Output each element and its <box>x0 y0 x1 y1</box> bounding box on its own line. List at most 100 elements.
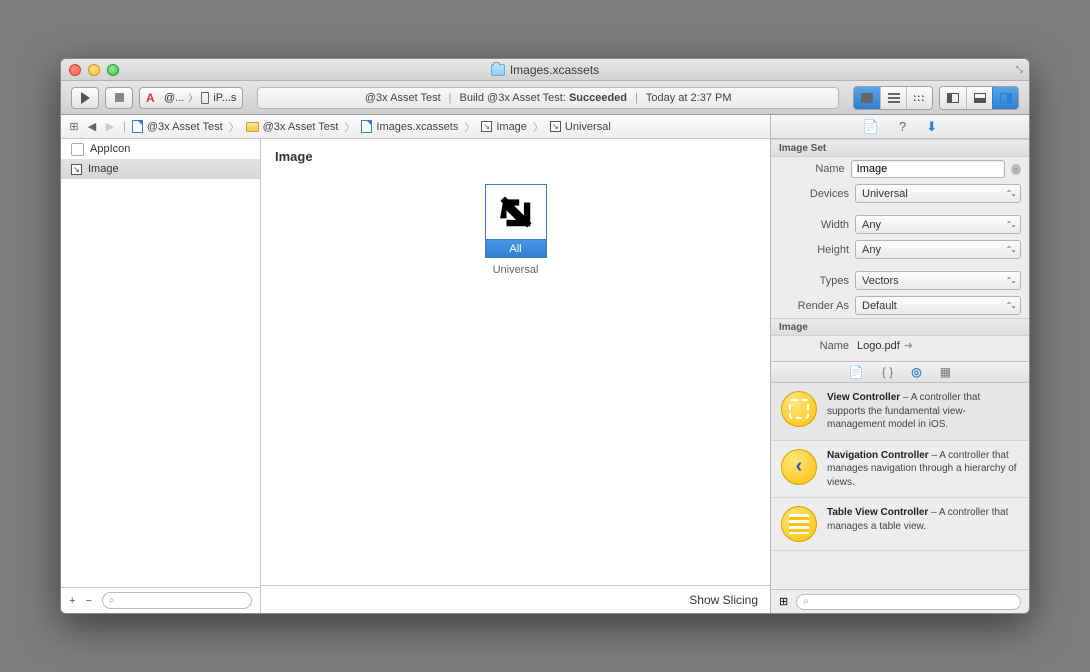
object-library-list: View Controller – A controller that supp… <box>771 383 1029 589</box>
toggle-navigator-button[interactable] <box>940 87 966 109</box>
library-filter-input[interactable]: ⌕ <box>796 594 1021 610</box>
titlebar: Images.xcassets ⤡ <box>61 59 1029 81</box>
related-items-button[interactable]: ⊞ <box>67 120 81 134</box>
toggle-debug-button[interactable] <box>966 87 992 109</box>
activity-status[interactable]: @3x Asset Test | Build @3x Asset Test: S… <box>257 87 839 109</box>
jumpbar-item[interactable]: @3x Asset Test <box>147 121 223 133</box>
status-time: Today at 2:37 PM <box>646 92 732 104</box>
jumpbar-item[interactable]: Image <box>496 121 527 133</box>
attributes-inspector-tab[interactable]: ⬇ <box>926 119 937 135</box>
image-slot[interactable]: All Universal <box>485 184 547 276</box>
library-tabs: 📄 { } ◎ ▦ <box>771 361 1029 383</box>
code-snippet-tab[interactable]: { } <box>882 365 893 379</box>
assistant-editor-button[interactable] <box>880 87 906 109</box>
devices-select[interactable]: Universal <box>855 184 1021 203</box>
panel-bottom-icon <box>974 93 986 103</box>
search-icon: ⌕ <box>803 596 809 607</box>
add-asset-button[interactable]: + <box>69 595 75 607</box>
run-button[interactable] <box>71 87 99 109</box>
main-body: ⊞ ◀ ▶ | @3x Asset Test 〉 @3x Asset Test … <box>61 115 1029 613</box>
forward-button[interactable]: ▶ <box>103 120 117 134</box>
standard-editor-icon <box>861 93 873 103</box>
types-select[interactable]: Vectors <box>855 271 1021 290</box>
xcode-window: Images.xcassets ⤡ @... 〉 iP...s @3x Asse… <box>60 58 1030 614</box>
assets-icon <box>361 120 372 133</box>
stop-button[interactable] <box>105 87 133 109</box>
folder-icon <box>491 64 505 76</box>
status-app: @3x Asset Test <box>365 92 441 104</box>
library-item-navigation-controller[interactable]: ‹ Navigation Controller – A controller t… <box>771 441 1029 499</box>
render-label: Render As <box>779 300 849 312</box>
height-label: Height <box>779 244 849 256</box>
appicon-icon <box>71 143 84 156</box>
imageset-icon: ↘ <box>481 121 492 132</box>
asset-item-appicon[interactable]: AppIcon <box>61 139 260 159</box>
navigation-controller-icon: ‹ <box>781 449 817 485</box>
scheme-name: @... <box>164 92 184 104</box>
status-build: Build @3x Asset Test: <box>460 92 566 104</box>
section-image-set: Image Set <box>771 139 1029 157</box>
jumpbar-item[interactable]: Universal <box>565 121 611 133</box>
height-select[interactable]: Any <box>855 240 1021 259</box>
name-input[interactable] <box>851 160 1005 178</box>
window-title-text: Images.xcassets <box>510 63 599 77</box>
asset-outline: AppIcon Image + − ⌕ <box>61 139 261 613</box>
scheme-dest: iP...s <box>213 92 236 104</box>
name-label: Name <box>779 163 845 175</box>
media-library-tab[interactable]: ▦ <box>940 365 951 379</box>
assistant-editor-icon <box>888 93 900 103</box>
slot-caption: Universal <box>493 264 539 276</box>
inspector-tabs: 📄 ? ⬇ <box>771 115 1029 139</box>
quick-help-tab[interactable]: ? <box>899 119 906 134</box>
editor-area: ⊞ ◀ ▶ | @3x Asset Test 〉 @3x Asset Test … <box>61 115 771 613</box>
jump-bar: ⊞ ◀ ▶ | @3x Asset Test 〉 @3x Asset Test … <box>61 115 770 139</box>
toggle-utilities-button[interactable] <box>992 87 1018 109</box>
jumpbar-item[interactable]: @3x Asset Test <box>263 121 339 133</box>
image-slot-box[interactable]: All <box>485 184 547 258</box>
render-select[interactable]: Default <box>855 296 1021 315</box>
asset-canvas: Image All Universal <box>261 139 770 613</box>
version-editor-icon <box>914 93 926 103</box>
jumpbar-item[interactable]: Images.xcassets <box>376 121 458 133</box>
project-icon <box>132 120 143 133</box>
width-label: Width <box>779 219 849 231</box>
clear-icon[interactable]: ○ <box>1011 164 1021 175</box>
search-icon: ⌕ <box>109 595 115 606</box>
section-image: Image <box>771 318 1029 336</box>
window-title: Images.xcassets <box>61 63 1029 77</box>
grid-view-button[interactable]: ⊞ <box>779 595 788 608</box>
library-item-table-view-controller[interactable]: Table View Controller – A controller tha… <box>771 498 1029 551</box>
object-library-tab[interactable]: ◎ <box>911 365 921 379</box>
file-template-tab[interactable]: 📄 <box>849 365 864 379</box>
utilities-panel: 📄 ? ⬇ Image Set Name ○ Devices Universal… <box>771 115 1029 613</box>
editor-mode-segmented[interactable] <box>853 86 933 110</box>
show-slicing-button[interactable]: Show Slicing <box>689 593 758 607</box>
remove-asset-button[interactable]: − <box>85 595 91 607</box>
status-result: Succeeded <box>569 92 627 104</box>
file-inspector-tab[interactable]: 📄 <box>863 119 879 135</box>
app-icon <box>146 91 160 105</box>
version-editor-button[interactable] <box>906 87 932 109</box>
panel-left-icon <box>947 93 959 103</box>
canvas-title: Image <box>261 139 770 174</box>
asset-list-footer: + − ⌕ <box>61 587 260 613</box>
library-item-view-controller[interactable]: View Controller – A controller that supp… <box>771 383 1029 441</box>
editor-split: AppIcon Image + − ⌕ <box>61 139 770 613</box>
asset-item-label: Image <box>88 163 119 175</box>
chevron-right-icon: 〉 <box>188 91 197 104</box>
asset-filter-input[interactable]: ⌕ <box>102 592 252 609</box>
types-label: Types <box>779 275 849 287</box>
width-select[interactable]: Any <box>855 215 1021 234</box>
devices-label: Devices <box>779 188 849 200</box>
reveal-icon[interactable]: ➜ <box>904 339 913 352</box>
view-controller-icon <box>781 391 817 427</box>
slot-thumbnail <box>486 185 546 239</box>
panel-toggles[interactable] <box>939 86 1019 110</box>
asset-item-label: AppIcon <box>90 143 130 155</box>
back-button[interactable]: ◀ <box>85 120 99 134</box>
scheme-selector[interactable]: @... 〉 iP...s <box>139 87 243 109</box>
asset-item-image[interactable]: Image <box>61 159 260 179</box>
image-name-label: Name <box>779 340 849 352</box>
standard-editor-button[interactable] <box>854 87 880 109</box>
toolbar: @... 〉 iP...s @3x Asset Test | Build @3x… <box>61 81 1029 115</box>
